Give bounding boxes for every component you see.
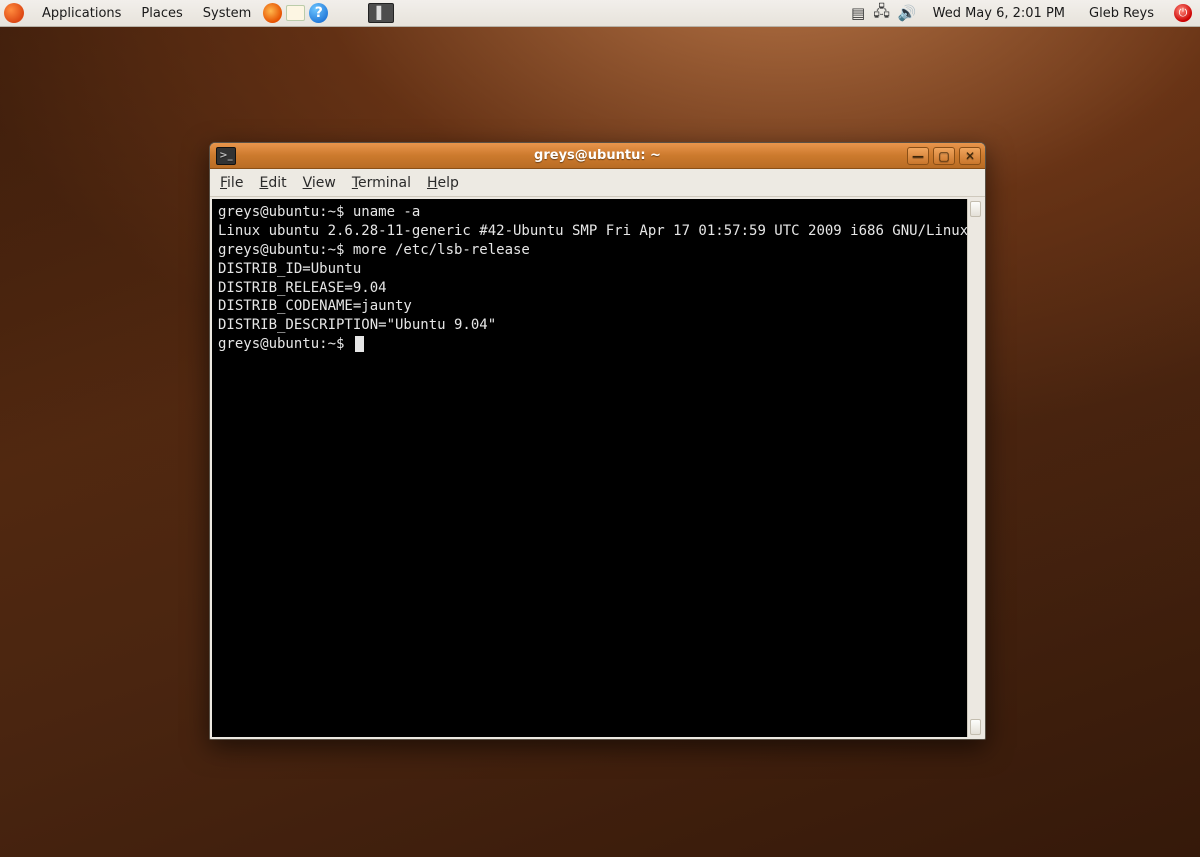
menu-applications[interactable]: Applications [34,4,129,23]
window-titlebar[interactable]: >_ greys@ubuntu: ~ — ▢ ✕ [210,143,985,169]
terminal-output-line: DISTRIB_RELEASE=9.04 [218,279,977,298]
shutdown-icon[interactable]: ⏻ [1174,4,1192,22]
ubuntu-logo-icon[interactable] [4,3,24,23]
terminal-prompt-line: greys@ubuntu:~$ [218,335,977,354]
terminal-output-line: Linux ubuntu 2.6.28-11-generic #42-Ubunt… [218,222,977,241]
clock[interactable]: Wed May 6, 2:01 PM [925,4,1073,23]
gnome-top-panel: Applications Places System ? ▌ ▤ 🖧 🔊 Wed… [0,0,1200,27]
menu-file[interactable]: File [220,175,243,191]
user-menu[interactable]: Gleb Reys [1081,4,1162,23]
window-title: greys@ubuntu: ~ [210,148,985,163]
volume-icon[interactable]: 🔊 [898,4,917,22]
terminal-output[interactable]: greys@ubuntu:~$ uname -aLinux ubuntu 2.6… [212,199,983,737]
menu-places[interactable]: Places [133,4,190,23]
minimize-button[interactable]: — [907,147,929,165]
firefox-icon[interactable] [263,4,282,23]
terminal-app-icon: >_ [216,147,236,165]
terminal-output-line: DISTRIB_ID=Ubuntu [218,260,977,279]
terminal-prompt-line: greys@ubuntu:~$ more /etc/lsb-release [218,241,977,260]
terminal-output-line: DISTRIB_CODENAME=jaunty [218,297,977,316]
window-list-terminal-icon[interactable]: ▌ [368,3,394,23]
panel-right-group: ▤ 🖧 🔊 Wed May 6, 2:01 PM Gleb Reys ⏻ [851,1,1196,26]
menu-system[interactable]: System [195,4,259,23]
mail-icon[interactable] [286,4,305,23]
help-icon[interactable]: ? [309,4,328,23]
desktop-background: >_ greys@ubuntu: ~ — ▢ ✕ File Edit View … [0,27,1200,857]
maximize-button[interactable]: ▢ [933,147,955,165]
terminal-window: >_ greys@ubuntu: ~ — ▢ ✕ File Edit View … [209,142,986,740]
tray-indicator-icon[interactable]: ▤ [851,4,865,22]
terminal-frame: greys@ubuntu:~$ uname -aLinux ubuntu 2.6… [210,197,985,739]
terminal-menubar: File Edit View Terminal Help [210,169,985,197]
menu-help[interactable]: Help [427,175,459,191]
menu-terminal[interactable]: Terminal [352,175,411,191]
panel-left-group: Applications Places System ? ▌ [4,3,394,23]
terminal-scrollbar[interactable] [967,199,983,737]
window-controls: — ▢ ✕ [907,147,985,165]
network-icon[interactable]: 🖧 [873,1,890,26]
menu-view[interactable]: View [303,175,336,191]
terminal-prompt-line: greys@ubuntu:~$ uname -a [218,203,977,222]
menu-edit[interactable]: Edit [259,175,286,191]
terminal-output-line: DISTRIB_DESCRIPTION="Ubuntu 9.04" [218,316,977,335]
terminal-cursor [355,336,364,352]
close-button[interactable]: ✕ [959,147,981,165]
